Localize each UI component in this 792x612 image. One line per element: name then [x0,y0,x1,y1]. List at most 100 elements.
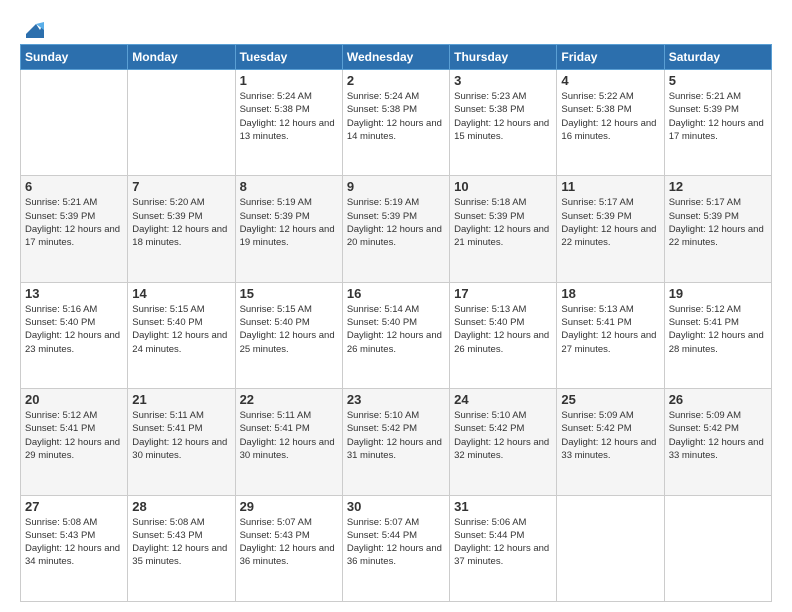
calendar-cell: 7 Sunrise: 5:20 AM Sunset: 5:39 PM Daylig… [128,176,235,282]
day-number: 17 [454,286,552,301]
day-info: Sunrise: 5:15 AM Sunset: 5:40 PM Dayligh… [132,303,230,356]
calendar-cell: 2 Sunrise: 5:24 AM Sunset: 5:38 PM Daylig… [342,70,449,176]
calendar-cell: 4 Sunrise: 5:22 AM Sunset: 5:38 PM Daylig… [557,70,664,176]
page: SundayMondayTuesdayWednesdayThursdayFrid… [0,0,792,612]
day-info: Sunrise: 5:22 AM Sunset: 5:38 PM Dayligh… [561,90,659,143]
calendar-cell: 6 Sunrise: 5:21 AM Sunset: 5:39 PM Daylig… [21,176,128,282]
day-info: Sunrise: 5:09 AM Sunset: 5:42 PM Dayligh… [561,409,659,462]
weekday-monday: Monday [128,45,235,70]
weekday-saturday: Saturday [664,45,771,70]
calendar-cell: 25Sunrise: 5:09 AM Sunset: 5:42 PM Dayli… [557,389,664,495]
day-number: 7 [132,179,230,194]
day-number: 3 [454,73,552,88]
logo-icon [22,16,44,38]
day-info: Sunrise: 5:10 AM Sunset: 5:42 PM Dayligh… [347,409,445,462]
day-info: Sunrise: 5:08 AM Sunset: 5:43 PM Dayligh… [132,516,230,569]
day-info: Sunrise: 5:24 AM Sunset: 5:38 PM Dayligh… [240,90,338,143]
weekday-friday: Friday [557,45,664,70]
day-number: 2 [347,73,445,88]
day-info: Sunrise: 5:14 AM Sunset: 5:40 PM Dayligh… [347,303,445,356]
day-info: Sunrise: 5:18 AM Sunset: 5:39 PM Dayligh… [454,196,552,249]
day-info: Sunrise: 5:13 AM Sunset: 5:41 PM Dayligh… [561,303,659,356]
week-row-4: 20 Sunrise: 5:12 AM Sunset: 5:41 PM Dayli… [21,389,772,495]
day-info: Sunrise: 5:12 AM Sunset: 5:41 PM Dayligh… [25,409,123,462]
day-info: Sunrise: 5:19 AM Sunset: 5:39 PM Dayligh… [347,196,445,249]
day-info: Sunrise: 5:17 AM Sunset: 5:39 PM Dayligh… [561,196,659,249]
week-row-5: 27 Sunrise: 5:08 AM Sunset: 5:43 PM Dayli… [21,495,772,601]
calendar-cell [128,70,235,176]
calendar-cell: 15Sunrise: 5:15 AM Sunset: 5:40 PM Dayli… [235,282,342,388]
weekday-thursday: Thursday [450,45,557,70]
calendar-cell: 29 Sunrise: 5:07 AM Sunset: 5:43 PM Dayli… [235,495,342,601]
calendar-cell: 28 Sunrise: 5:08 AM Sunset: 5:43 PM Dayli… [128,495,235,601]
day-number: 10 [454,179,552,194]
day-number: 8 [240,179,338,194]
day-number: 13 [25,286,123,301]
day-info: Sunrise: 5:24 AM Sunset: 5:38 PM Dayligh… [347,90,445,143]
calendar-cell: 30Sunrise: 5:07 AM Sunset: 5:44 PM Dayli… [342,495,449,601]
day-info: Sunrise: 5:16 AM Sunset: 5:40 PM Dayligh… [25,303,123,356]
calendar-cell: 8 Sunrise: 5:19 AM Sunset: 5:39 PM Daylig… [235,176,342,282]
header [20,16,772,34]
weekday-wednesday: Wednesday [342,45,449,70]
day-number: 5 [669,73,767,88]
day-info: Sunrise: 5:21 AM Sunset: 5:39 PM Dayligh… [25,196,123,249]
day-info: Sunrise: 5:23 AM Sunset: 5:38 PM Dayligh… [454,90,552,143]
day-info: Sunrise: 5:09 AM Sunset: 5:42 PM Dayligh… [669,409,767,462]
calendar-table: SundayMondayTuesdayWednesdayThursdayFrid… [20,44,772,602]
calendar-cell: 13 Sunrise: 5:16 AM Sunset: 5:40 PM Dayli… [21,282,128,388]
calendar-cell: 22 Sunrise: 5:11 AM Sunset: 5:41 PM Dayli… [235,389,342,495]
day-number: 6 [25,179,123,194]
day-number: 28 [132,499,230,514]
day-info: Sunrise: 5:17 AM Sunset: 5:39 PM Dayligh… [669,196,767,249]
day-info: Sunrise: 5:11 AM Sunset: 5:41 PM Dayligh… [240,409,338,462]
day-number: 18 [561,286,659,301]
calendar-cell: 18 Sunrise: 5:13 AM Sunset: 5:41 PM Dayli… [557,282,664,388]
day-info: Sunrise: 5:10 AM Sunset: 5:42 PM Dayligh… [454,409,552,462]
day-info: Sunrise: 5:15 AM Sunset: 5:40 PM Dayligh… [240,303,338,356]
logo [20,16,44,34]
day-number: 31 [454,499,552,514]
day-number: 11 [561,179,659,194]
day-info: Sunrise: 5:20 AM Sunset: 5:39 PM Dayligh… [132,196,230,249]
calendar-cell: 31 Sunrise: 5:06 AM Sunset: 5:44 PM Dayli… [450,495,557,601]
calendar-cell: 9 Sunrise: 5:19 AM Sunset: 5:39 PM Daylig… [342,176,449,282]
day-info: Sunrise: 5:19 AM Sunset: 5:39 PM Dayligh… [240,196,338,249]
day-info: Sunrise: 5:07 AM Sunset: 5:43 PM Dayligh… [240,516,338,569]
day-number: 21 [132,392,230,407]
day-number: 22 [240,392,338,407]
day-number: 23 [347,392,445,407]
calendar-cell: 27Sunrise: 5:08 AM Sunset: 5:43 PM Dayli… [21,495,128,601]
weekday-header-row: SundayMondayTuesdayWednesdayThursdayFrid… [21,45,772,70]
calendar-cell: 21 Sunrise: 5:11 AM Sunset: 5:41 PM Dayli… [128,389,235,495]
week-row-2: 6 Sunrise: 5:21 AM Sunset: 5:39 PM Daylig… [21,176,772,282]
day-number: 4 [561,73,659,88]
day-info: Sunrise: 5:07 AM Sunset: 5:44 PM Dayligh… [347,516,445,569]
day-info: Sunrise: 5:06 AM Sunset: 5:44 PM Dayligh… [454,516,552,569]
calendar-cell: 23 Sunrise: 5:10 AM Sunset: 5:42 PM Dayli… [342,389,449,495]
day-info: Sunrise: 5:11 AM Sunset: 5:41 PM Dayligh… [132,409,230,462]
day-number: 20 [25,392,123,407]
calendar-cell [664,495,771,601]
day-number: 29 [240,499,338,514]
day-number: 19 [669,286,767,301]
day-number: 1 [240,73,338,88]
day-number: 14 [132,286,230,301]
weekday-tuesday: Tuesday [235,45,342,70]
calendar-cell: 26Sunrise: 5:09 AM Sunset: 5:42 PM Dayli… [664,389,771,495]
day-info: Sunrise: 5:13 AM Sunset: 5:40 PM Dayligh… [454,303,552,356]
weekday-sunday: Sunday [21,45,128,70]
calendar-cell: 14 Sunrise: 5:15 AM Sunset: 5:40 PM Dayli… [128,282,235,388]
calendar-cell: 10 Sunrise: 5:18 AM Sunset: 5:39 PM Dayli… [450,176,557,282]
calendar-cell: 24Sunrise: 5:10 AM Sunset: 5:42 PM Dayli… [450,389,557,495]
day-number: 9 [347,179,445,194]
calendar-cell: 1 Sunrise: 5:24 AM Sunset: 5:38 PM Daylig… [235,70,342,176]
calendar-cell: 16 Sunrise: 5:14 AM Sunset: 5:40 PM Dayli… [342,282,449,388]
calendar-cell: 12Sunrise: 5:17 AM Sunset: 5:39 PM Dayli… [664,176,771,282]
day-number: 16 [347,286,445,301]
day-number: 27 [25,499,123,514]
calendar-cell: 3 Sunrise: 5:23 AM Sunset: 5:38 PM Daylig… [450,70,557,176]
calendar-cell: 11 Sunrise: 5:17 AM Sunset: 5:39 PM Dayli… [557,176,664,282]
calendar-cell [21,70,128,176]
week-row-3: 13 Sunrise: 5:16 AM Sunset: 5:40 PM Dayli… [21,282,772,388]
